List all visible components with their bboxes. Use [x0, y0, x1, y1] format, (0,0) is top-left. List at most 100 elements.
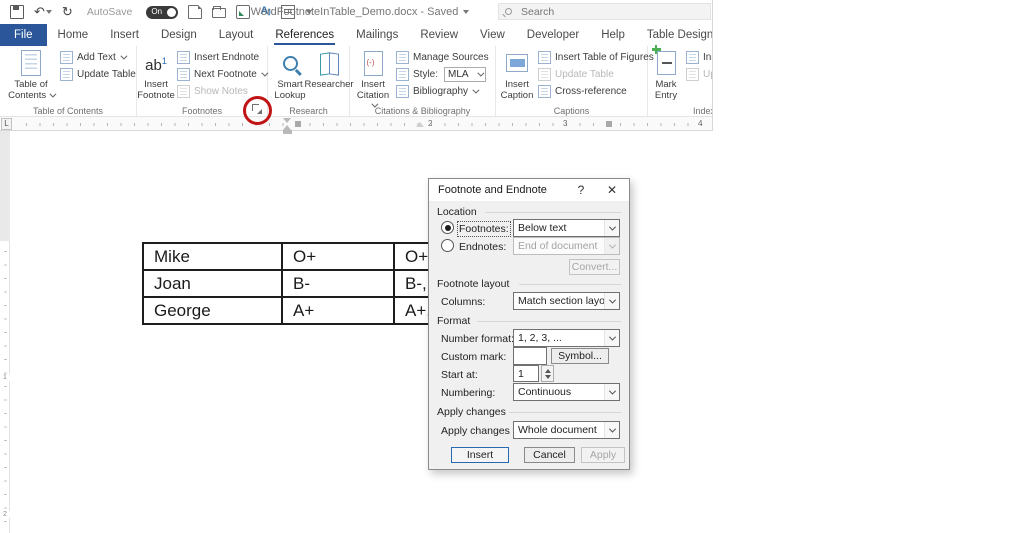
footnotes-radio-label[interactable]: Footnotes: — [459, 223, 509, 235]
chevron-down-icon — [46, 10, 52, 14]
apply-changes-to-label: Apply changes to: — [441, 425, 524, 437]
insert-citation-button[interactable]: Insert Citation — [354, 49, 392, 112]
bibliography-icon — [396, 85, 409, 98]
bibliography-button[interactable]: Bibliography — [396, 85, 489, 98]
table-cell[interactable]: A+ — [282, 297, 394, 324]
insert-endnote-button[interactable]: Insert Endnote — [177, 51, 266, 64]
number-format-select[interactable]: 1, 2, 3, ... — [513, 329, 620, 347]
table-cell[interactable]: Mike — [143, 243, 282, 270]
tab-developer[interactable]: Developer — [516, 24, 590, 46]
table-column-marker[interactable] — [606, 121, 612, 127]
search-icon — [505, 8, 512, 15]
search-input[interactable] — [521, 4, 706, 19]
table-column-marker[interactable] — [295, 121, 301, 127]
tab-review[interactable]: Review — [409, 24, 469, 46]
insert-footnote-button[interactable]: ab1 Insert Footnote — [139, 49, 173, 101]
autosave-toggle[interactable]: On — [146, 6, 178, 19]
footnotes-dialog-launcher-icon[interactable] — [252, 104, 262, 114]
tab-references[interactable]: References — [264, 24, 345, 46]
spinner-down-icon[interactable] — [545, 375, 551, 379]
mark-entry-button[interactable]: Mark Entry — [650, 49, 682, 101]
tab-view[interactable]: View — [469, 24, 516, 46]
group-captions: Insert Caption Insert Table of Figures U… — [496, 46, 648, 117]
add-text-button[interactable]: Add Text — [60, 51, 136, 64]
vertical-ruler[interactable]: 1 2 — [0, 131, 10, 533]
horizontal-ruler[interactable]: L 2 3 4 — [0, 117, 713, 131]
autosave-state: On — [151, 7, 162, 16]
cross-reference-icon — [538, 85, 551, 98]
group-label: Captions — [496, 106, 647, 116]
table-cell[interactable]: Joan — [143, 270, 282, 297]
tab-home[interactable]: Home — [47, 24, 100, 46]
table-of-contents-button[interactable]: Table of Contents — [5, 49, 57, 101]
dialog-help-button[interactable]: ? — [567, 183, 595, 197]
endnotes-radio[interactable] — [441, 239, 454, 252]
custom-mark-input[interactable] — [513, 347, 547, 365]
manage-sources-button[interactable]: Manage Sources — [396, 51, 489, 64]
save-icon[interactable] — [10, 5, 24, 19]
update-index-icon — [686, 68, 699, 81]
smart-lookup-icon — [275, 49, 305, 77]
chevron-down-icon — [604, 238, 619, 254]
redo-icon[interactable]: ↻ — [62, 5, 73, 19]
start-at-spinner[interactable] — [541, 365, 554, 382]
open-folder-icon[interactable] — [212, 8, 226, 18]
style-selector[interactable]: Style: MLA — [396, 68, 489, 81]
update-table-icon — [60, 68, 73, 81]
insert-citation-icon — [358, 49, 388, 77]
touch-mouse-mode-icon[interactable] — [236, 5, 250, 19]
footnote-endnote-dialog: Footnote and Endnote ? ✕ Location Footno… — [428, 178, 630, 470]
insert-caption-button[interactable]: Insert Caption — [499, 49, 535, 101]
update-table-button[interactable]: Update Table — [60, 68, 136, 81]
ruler-number: 3 — [563, 119, 567, 128]
custom-mark-label: Custom mark: — [441, 351, 506, 363]
ruler-margin-area — [0, 131, 10, 241]
symbol-button[interactable]: Symbol... — [551, 348, 609, 364]
autosave-label: AutoSave — [87, 6, 133, 18]
columns-select[interactable]: Match section layout — [513, 292, 620, 310]
document-title[interactable]: WordFootnoteInTable_Demo.docx - Saved — [280, 0, 440, 24]
insert-footnote-icon: ab1 — [141, 49, 171, 77]
insert-button[interactable]: Insert — [451, 447, 509, 463]
chevron-down-icon — [472, 87, 479, 94]
tab-design[interactable]: Design — [150, 24, 208, 46]
dialog-close-button[interactable]: ✕ — [595, 183, 629, 197]
tab-stop-selector[interactable]: L — [1, 118, 12, 130]
spinner-up-icon[interactable] — [545, 369, 551, 373]
apply-changes-to-select[interactable]: Whole document — [513, 421, 620, 439]
start-at-input[interactable]: 1 — [513, 365, 539, 382]
tab-file[interactable]: File — [0, 24, 47, 46]
insert-index-button[interactable]: Insert — [686, 51, 713, 64]
footnotes-location-select[interactable]: Below text — [513, 219, 620, 237]
tab-mailings[interactable]: Mailings — [345, 24, 409, 46]
tab-insert[interactable]: Insert — [99, 24, 150, 46]
undo-icon: ↶ — [34, 5, 45, 19]
new-document-icon[interactable] — [188, 5, 202, 19]
chevron-down-icon — [463, 10, 469, 14]
search-box[interactable] — [498, 3, 711, 20]
cancel-button[interactable]: Cancel — [524, 447, 575, 463]
footnotes-radio[interactable] — [441, 221, 454, 234]
insert-table-of-figures-button[interactable]: Insert Table of Figures — [538, 51, 654, 64]
tab-table-design[interactable]: Table Design — [636, 24, 713, 46]
tab-layout[interactable]: Layout — [208, 24, 265, 46]
tab-help[interactable]: Help — [590, 24, 636, 46]
endnotes-radio-label[interactable]: Endnotes: — [459, 241, 506, 253]
researcher-button[interactable]: Researcher — [310, 49, 348, 91]
dialog-title-bar[interactable]: Footnote and Endnote ? ✕ — [429, 179, 629, 201]
indent-markers[interactable] — [283, 118, 292, 135]
hanging-indent-marker[interactable] — [416, 122, 424, 127]
table-cell[interactable]: O+ — [282, 243, 394, 270]
ribbon: Table of Contents Add Text Update Table … — [0, 46, 713, 117]
smart-lookup-button[interactable]: Smart Lookup — [272, 49, 308, 101]
cross-reference-button[interactable]: Cross-reference — [538, 85, 654, 98]
group-label: Footnotes — [137, 106, 267, 116]
chevron-down-icon — [604, 220, 619, 236]
numbering-select[interactable]: Continuous — [513, 383, 620, 401]
chevron-down-icon — [604, 330, 619, 346]
style-dropdown[interactable]: MLA — [444, 67, 486, 82]
table-cell[interactable]: B- — [282, 270, 394, 297]
undo-button[interactable]: ↶ — [34, 5, 52, 19]
next-footnote-button[interactable]: Next Footnote — [177, 68, 266, 81]
table-cell[interactable]: George — [143, 297, 282, 324]
